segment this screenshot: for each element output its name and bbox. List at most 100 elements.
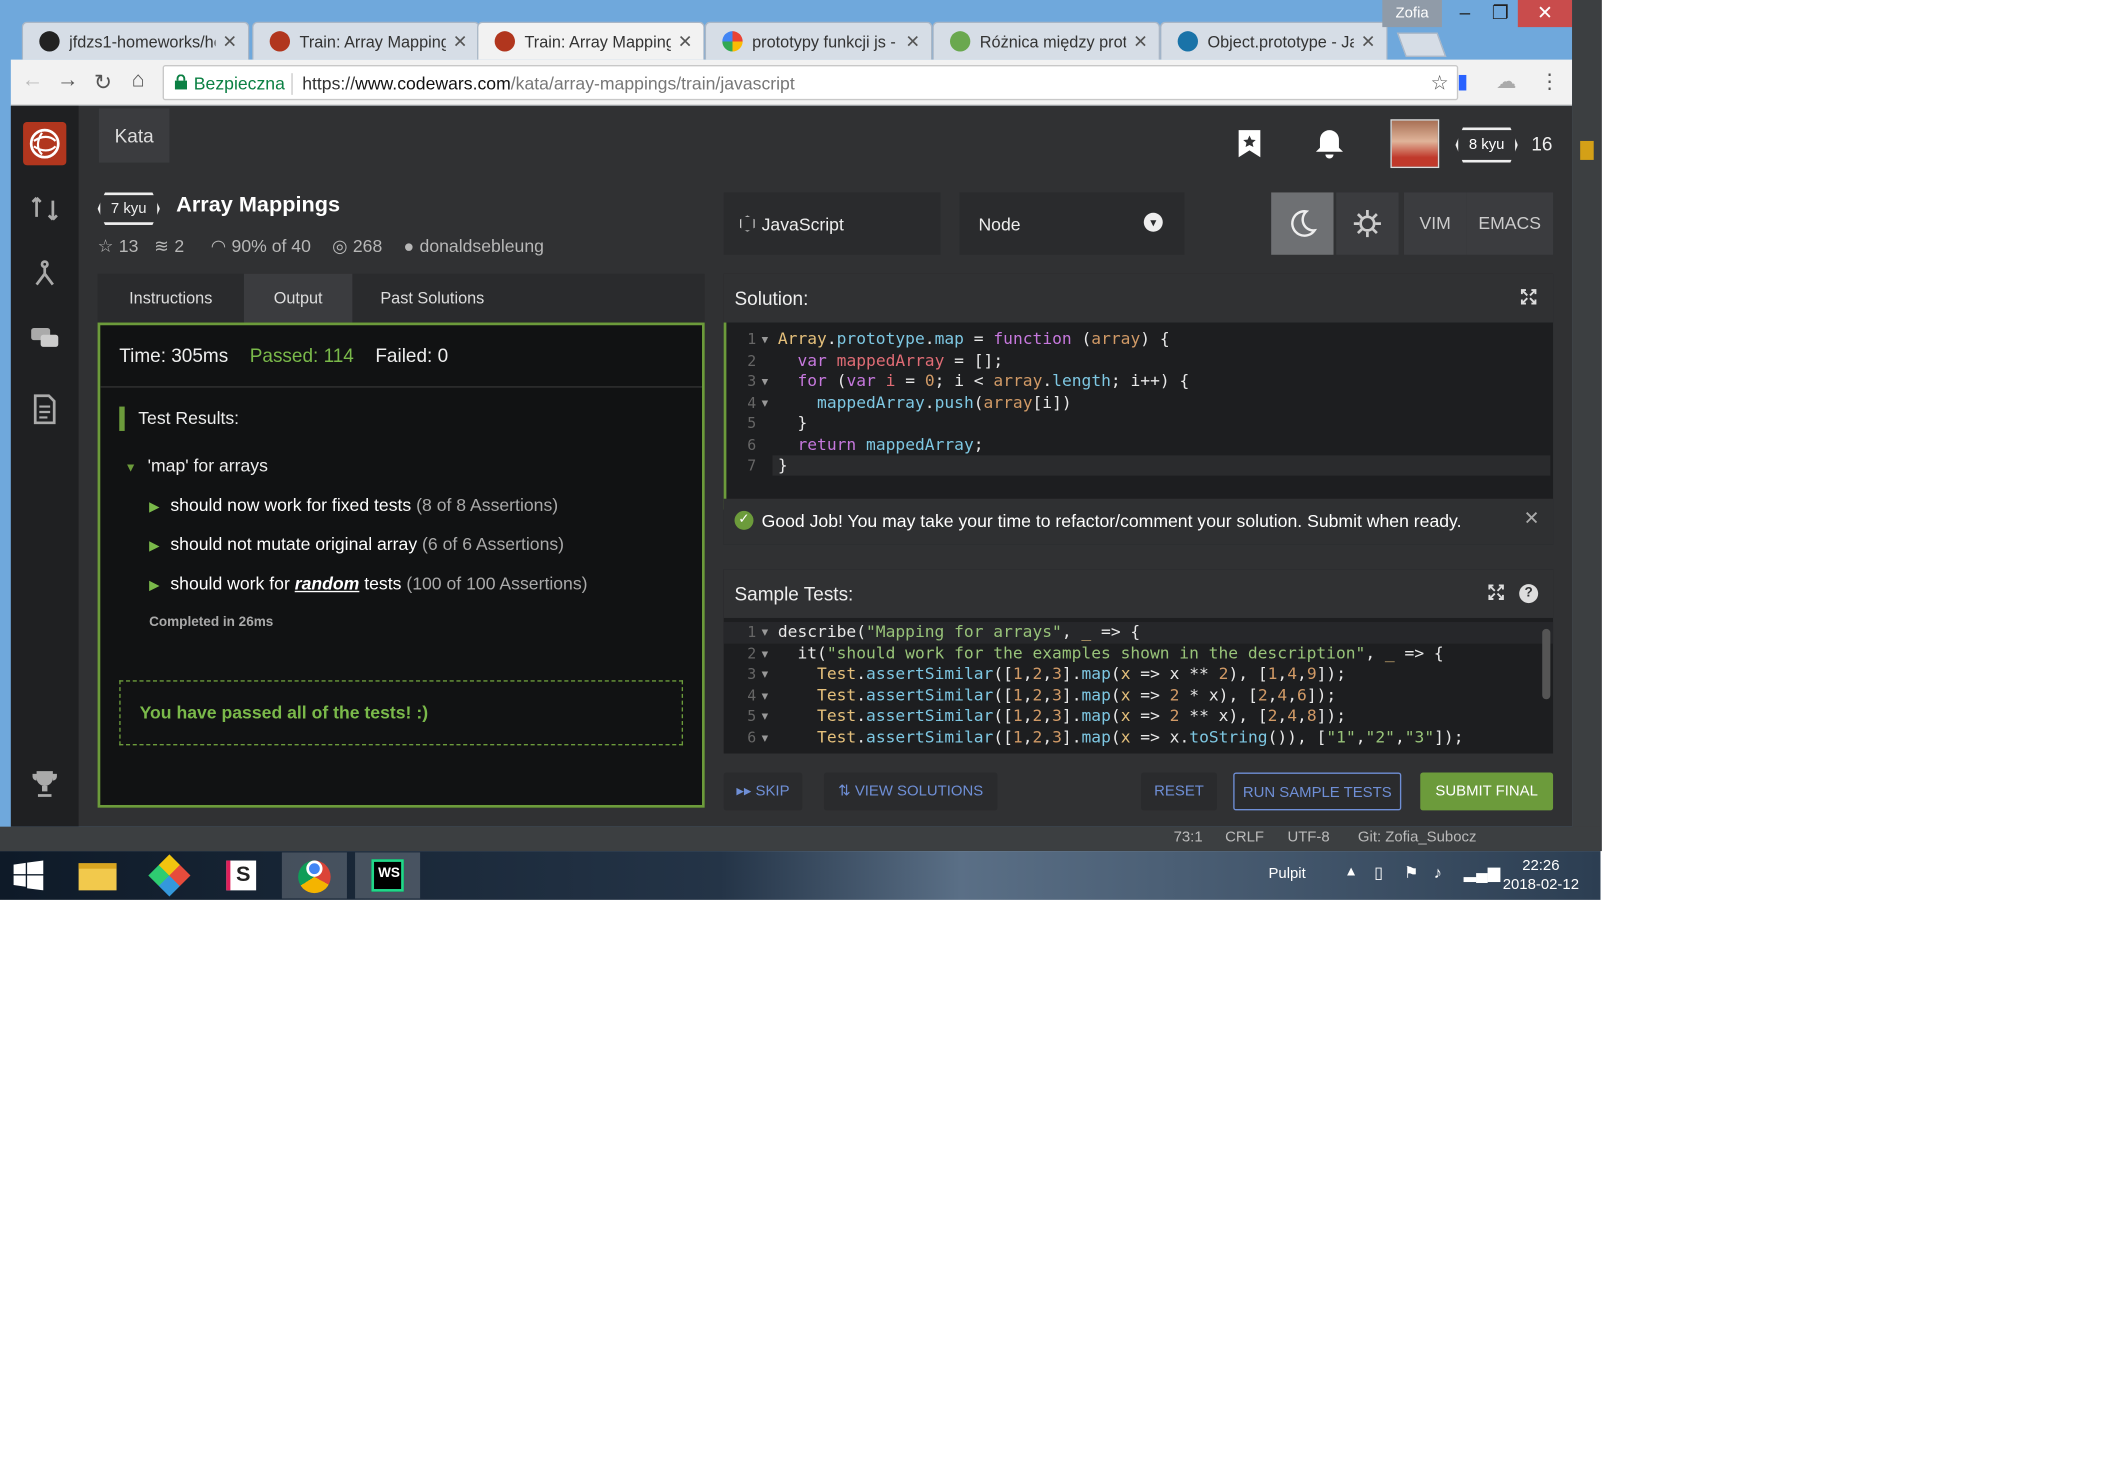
scrollbar[interactable] [1542,628,1551,700]
tab-codewars-active[interactable]: Train: Array Mappings ✕ [477,21,705,60]
code-line: 6 ▼ Test.assertSimilar([1,2,3].map(x => x… [747,727,1464,747]
sample-tests-editor[interactable]: Sample Tests: ? 1 ▼ describe("Mapping for … [723,569,1554,754]
expand-icon[interactable] [1488,584,1504,600]
close-icon[interactable]: ✕ [1361,31,1376,53]
close-icon[interactable]: ✕ [1133,31,1148,53]
close-window-icon[interactable]: ✕ [1517,0,1573,28]
assertion-count: (100 of 100 Assertions) [406,573,588,594]
vim-mode-button[interactable]: VIM [1403,192,1467,255]
close-icon[interactable]: ✕ [222,31,237,53]
code-line: 2 ▼ it("should work for the examples show… [747,643,1444,663]
close-icon[interactable]: ✕ [453,31,468,53]
close-icon[interactable]: ✕ [1524,507,1540,530]
discuss-icon[interactable] [28,323,61,356]
profile-chip[interactable]: Zofia [1382,0,1442,28]
tab-codewars-1[interactable]: Train: Array Mappings ✕ [252,21,480,60]
docs-icon[interactable] [28,393,61,426]
reload-icon[interactable]: ↻ [89,69,116,96]
tab-google[interactable]: prototypy funkcji js - S ✕ [704,21,933,60]
webstorm-icon[interactable]: WS [355,852,421,899]
line-separator[interactable]: CRLF [1225,829,1264,845]
view-solutions-button[interactable]: ⇅ VIEW SOLUTIONS [823,772,998,811]
google-icon [722,31,743,52]
forward-icon[interactable]: → [54,69,81,93]
file-explorer-icon[interactable] [65,852,130,898]
new-tab-button[interactable] [1396,32,1447,57]
time-value: Time: 305ms [119,344,229,366]
start-button[interactable] [0,852,60,898]
back-icon[interactable]: ← [19,69,46,93]
tab-mdn[interactable]: Object.prototype - Jav ✕ [1160,21,1388,60]
trophy-icon[interactable] [28,767,61,800]
flag-icon[interactable]: ⚑ [1404,863,1419,882]
cloud-extension-icon[interactable]: ☁ [1496,69,1516,93]
close-icon[interactable]: ✕ [905,31,920,53]
light-theme-button[interactable] [1336,192,1399,255]
runtime-dropdown[interactable]: Node ▾ [959,192,1185,255]
avatar[interactable] [1390,119,1440,169]
battery-icon[interactable]: ▯ [1374,863,1383,882]
stars-count: 13 [118,235,139,257]
skip-button[interactable]: ▸▸ SKIP [723,772,803,811]
url-text[interactable]: https://www.codewars.com/kata/array-mapp… [302,73,795,93]
address-bar[interactable]: Bezpieczna https://www.codewars.com/kata… [162,65,1459,101]
bookmark-extension-icon[interactable]: ▮ [1457,69,1468,93]
run-sample-tests-button[interactable]: RUN SAMPLE TESTS [1233,772,1402,811]
emacs-mode-button[interactable]: EMACS [1466,192,1554,255]
tab-github[interactable]: jfdzs1-homeworks/hor ✕ [21,21,250,60]
desktop-toolbar-label[interactable]: Pulpit [1268,866,1305,882]
windows-taskbar: S WS Pulpit ▲ ▯ ⚑ ♪ ▂▄▆ 22:26 2018-02-12 [0,851,1601,900]
practice-icon[interactable] [28,192,61,225]
help-icon[interactable]: ? [1519,584,1539,604]
file-encoding[interactable]: UTF-8 [1287,829,1329,845]
test-row[interactable]: ▶ should now work for fixed tests (8 of 8… [149,495,558,515]
author-name[interactable]: donaldsebleung [420,236,544,256]
test-group[interactable]: ▼ 'map' for arrays [125,455,268,475]
language-selector[interactable]: JavaScript [723,192,941,255]
network-icon[interactable]: ▂▄▆ [1464,863,1501,882]
bookmark-icon[interactable] [1237,129,1261,159]
tray-up-arrow-icon[interactable]: ▲ [1344,865,1357,880]
submit-final-button[interactable]: SUBMIT FINAL [1420,772,1554,811]
ide-status-bar: 73:1 CRLF UTF-8 Git: Zofia_Subocz [0,826,1601,852]
expand-icon[interactable] [1520,289,1537,305]
test-row[interactable]: ▶ should work for random tests (100 of 10… [149,573,587,593]
test-row[interactable]: ▶ should not mutate original array (6 of … [149,534,564,554]
tab-instructions[interactable]: Instructions [98,274,244,323]
sourcetree-icon[interactable] [138,852,203,898]
codewars-icon [494,31,515,52]
menu-icon[interactable]: ⋮ [1540,69,1560,93]
check-circle-icon: ✓ [734,510,754,530]
collections-count: 2 [174,235,185,257]
fork-icon[interactable] [28,257,61,290]
codewars-app: Kata 8 kyu 16 7 kyu Array Mappings ☆ 13 ≋… [10,105,1573,827]
test-label: should not mutate original array [170,533,418,555]
tab-past-solutions[interactable]: Past Solutions [352,274,512,323]
satisfaction-icon: ◠ [210,235,227,257]
notification-bell-icon[interactable] [1315,127,1345,160]
codewars-logo-icon[interactable] [23,121,67,166]
star-icon[interactable]: ☆ [98,236,114,256]
close-icon[interactable]: ✕ [678,31,693,53]
tab-output[interactable]: Output [243,273,353,323]
home-icon[interactable]: ⌂ [125,69,152,93]
reset-button[interactable]: RESET [1141,772,1217,811]
kata-title[interactable]: Array Mappings [176,194,340,218]
dark-theme-button[interactable] [1271,192,1334,255]
chrome-taskbar-icon[interactable] [281,852,347,899]
test-label: should now work for fixed tests [170,494,412,515]
timing-bar: Time: 305ms Passed: 114 Failed: 0 [100,325,702,388]
tab-difference[interactable]: Różnica między protot ✕ [932,21,1161,60]
clock[interactable]: 22:26 2018-02-12 [1496,856,1585,894]
nav-kata-link[interactable]: Kata [98,108,170,163]
maximize-icon[interactable]: ❐ [1480,0,1521,27]
caret-right-icon: ▶ [149,539,160,555]
code-line: 6 return mappedArray; [747,434,984,454]
git-branch[interactable]: Git: Zofia_Subocz [1358,829,1476,845]
author-icon: ● [403,235,415,257]
slack-icon[interactable]: S [210,852,275,898]
bookmark-star-icon[interactable]: ☆ [1430,70,1448,95]
webstorm-shape: WS [371,859,404,892]
volume-icon[interactable]: ♪ [1434,863,1442,882]
site-icon [949,31,971,52]
